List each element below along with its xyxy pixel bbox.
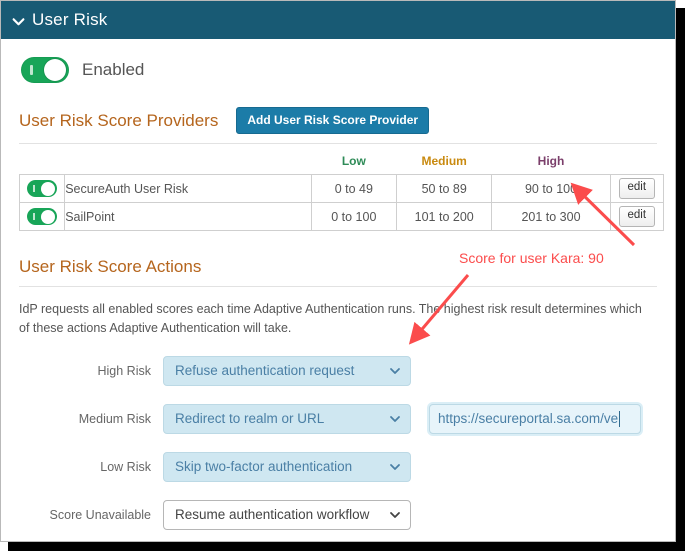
low-risk-row: Low Risk Skip two-factor authentication [19,451,657,482]
score-unavailable-label: Score Unavailable [49,507,151,522]
provider-name: SecureAuth User Risk [64,174,312,203]
provider-low-range: 0 to 100 [310,202,397,231]
enabled-label: Enabled [82,60,145,79]
high-risk-label: High Risk [97,363,152,378]
provider-edit-cell: edit [609,174,665,203]
actions-description: IdP requests all enabled scores each tim… [19,302,642,335]
toggle-knob [41,181,56,196]
toggle-knob [44,59,66,81]
table-row: SailPoint 0 to 100 101 to 200 201 to 300… [18,202,665,231]
toggle-on-marker [33,185,36,192]
high-risk-select-value: Refuse authentication request [175,363,355,378]
column-header-toggle [20,150,65,175]
screenshot-root: User Risk Enabled User Risk Score Provid… [0,0,685,551]
providers-section-title: User Risk Score Providers [19,110,219,130]
chevron-down-icon [389,461,401,473]
toggle-knob [41,209,56,224]
column-header-actions [610,150,663,175]
user-risk-enabled-toggle[interactable] [21,57,69,83]
user-risk-panel: User Risk Enabled User Risk Score Provid… [0,0,676,542]
provider-name: SailPoint [64,202,312,231]
provider-medium-range: 50 to 89 [395,174,493,203]
toggle-on-marker [30,65,33,75]
column-header-low: Low [341,154,366,168]
panel-body: Enabled User Risk Score Providers Add Us… [1,39,675,530]
provider-enabled-toggle[interactable] [27,208,58,225]
score-unavailable-select-value: Resume authentication workflow [175,507,370,522]
high-risk-row: High Risk Refuse authentication request [19,355,657,386]
chevron-down-icon[interactable] [12,15,25,28]
actions-form: High Risk Refuse authentication request … [19,355,657,530]
provider-high-range: 90 to 100 [491,174,611,203]
provider-toggle-cell [18,174,66,203]
actions-section-title: User Risk Score Actions [19,257,202,276]
medium-risk-select-value: Redirect to realm or URL [175,411,325,426]
chevron-down-icon [389,509,401,521]
edit-button[interactable]: edit [618,178,656,199]
column-header-medium: Medium [421,154,467,168]
window-shadow-right [676,8,685,551]
providers-section-header: User Risk Score Providers Add User Risk … [19,107,657,144]
provider-high-range: 201 to 300 [491,202,611,231]
enabled-toggle-row: Enabled [19,39,657,87]
score-unavailable-row: Score Unavailable Resume authentication … [19,499,657,530]
add-user-risk-score-provider-button[interactable]: Add User Risk Score Provider [236,107,430,134]
provider-toggle-cell [18,202,66,231]
text-cursor [619,410,621,427]
provider-edit-cell: edit [609,202,665,231]
chevron-down-icon [389,413,401,425]
score-unavailable-select[interactable]: Resume authentication workflow [163,499,411,530]
redirect-url-field[interactable]: https://secureportal.sa.com/ve [429,403,641,434]
page-title: User Risk [32,10,108,29]
high-risk-select[interactable]: Refuse authentication request [163,355,411,386]
edit-button[interactable]: edit [618,206,656,227]
medium-risk-label: Medium Risk [78,411,151,426]
low-risk-select[interactable]: Skip two-factor authentication [163,451,411,482]
table-row: SecureAuth User Risk 0 to 49 50 to 89 90… [18,174,665,203]
chevron-down-icon [389,365,401,377]
providers-table: Low Medium High SecureAuth User Risk 0 t… [18,150,665,231]
toggle-on-marker [33,213,36,220]
column-header-name [65,150,312,175]
provider-low-range: 0 to 49 [310,174,397,203]
low-risk-select-value: Skip two-factor authentication [175,459,353,474]
window-shadow-bottom [8,542,685,551]
column-header-high: High [537,154,565,168]
medium-risk-select[interactable]: Redirect to realm or URL [163,403,411,434]
annotation-score-note: Score for user Kara: 90 [459,250,604,266]
panel-header[interactable]: User Risk [1,1,675,39]
redirect-url-value: https://secureportal.sa.com/ve [438,411,619,426]
provider-medium-range: 101 to 200 [395,202,493,231]
provider-enabled-toggle[interactable] [27,180,58,197]
low-risk-label: Low Risk [100,459,151,474]
medium-risk-row: Medium Risk Redirect to realm or URL htt… [19,403,657,434]
providers-table-header-row: Low Medium High [20,150,664,175]
